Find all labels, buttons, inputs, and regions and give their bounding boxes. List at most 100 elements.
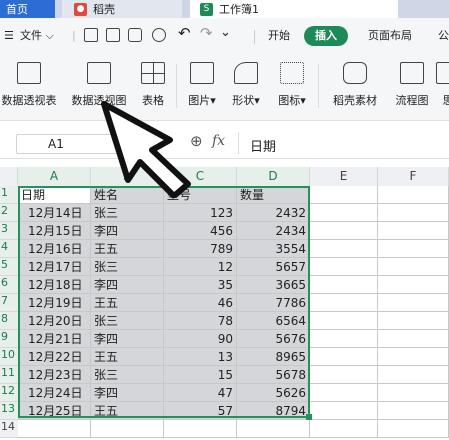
menu-start[interactable]: 开始	[268, 27, 290, 45]
cell[interactable]	[378, 294, 449, 312]
cell[interactable]	[378, 330, 449, 348]
cell[interactable]	[310, 240, 378, 258]
cell[interactable]: 张三	[91, 204, 164, 222]
function-icon[interactable]: fx	[212, 133, 225, 149]
spreadsheet-grid[interactable]: A B C D E F 1日期姓名型号数量212月14日张三1232432312…	[0, 162, 449, 440]
row-header[interactable]: 4	[0, 240, 18, 258]
cell[interactable]	[310, 402, 378, 420]
menu-insert[interactable]: 插入	[304, 26, 348, 46]
row-header[interactable]: 10	[0, 348, 18, 366]
cell[interactable]: 3665	[237, 276, 310, 294]
cell[interactable]	[91, 420, 164, 438]
cell[interactable]: 张三	[91, 312, 164, 330]
cell[interactable]	[378, 186, 449, 204]
cell[interactable]: 12月16日	[18, 240, 91, 258]
cell[interactable]: 12月22日	[18, 348, 91, 366]
row-header[interactable]: 2	[0, 204, 18, 222]
cell[interactable]: 李四	[91, 330, 164, 348]
cell[interactable]: 13	[164, 348, 237, 366]
cell[interactable]	[18, 420, 91, 438]
tab-home[interactable]: 首页	[0, 0, 55, 18]
cell[interactable]	[378, 402, 449, 420]
formula-input[interactable]: 日期	[250, 136, 276, 155]
undo-icon[interactable]: ↶	[178, 24, 191, 42]
tab-docer[interactable]: ● 稻壳	[62, 0, 182, 18]
cell[interactable]: 46	[164, 294, 237, 312]
row-header[interactable]: 11	[0, 366, 18, 384]
cell[interactable]	[310, 294, 378, 312]
cell[interactable]	[310, 222, 378, 240]
cell[interactable]: 789	[164, 240, 237, 258]
cell[interactable]	[310, 204, 378, 222]
cell[interactable]: 7786	[237, 294, 310, 312]
cell[interactable]: 5626	[237, 384, 310, 402]
fill-handle[interactable]	[306, 414, 312, 420]
cell[interactable]: 日期	[18, 186, 91, 204]
tab-workbook[interactable]: S 工作簿1	[190, 0, 398, 18]
cell[interactable]: 8794	[237, 402, 310, 420]
select-all-corner[interactable]	[0, 167, 18, 186]
cell[interactable]: 数量	[237, 186, 310, 204]
flowchart-button[interactable]: 流程图	[390, 60, 434, 116]
cell[interactable]	[310, 384, 378, 402]
cell[interactable]	[310, 276, 378, 294]
row-header[interactable]: 12	[0, 384, 18, 402]
docer-material-button[interactable]: 稻壳素材	[330, 60, 380, 116]
cell[interactable]: 123	[164, 204, 237, 222]
cell[interactable]: 3554	[237, 240, 310, 258]
cell[interactable]: 5678	[237, 366, 310, 384]
cell[interactable]	[378, 276, 449, 294]
cell[interactable]: 2432	[237, 204, 310, 222]
cell[interactable]: 张三	[91, 366, 164, 384]
pivot-table-button[interactable]: 数据透视表	[0, 60, 62, 116]
cell[interactable]	[378, 222, 449, 240]
cell[interactable]: 15	[164, 366, 237, 384]
cell[interactable]	[378, 204, 449, 222]
cell[interactable]: 12月14日	[18, 204, 91, 222]
cell[interactable]	[378, 366, 449, 384]
cell[interactable]: 12月25日	[18, 402, 91, 420]
menu-page-layout[interactable]: 页面布局	[368, 27, 412, 45]
save-icon[interactable]	[84, 28, 98, 42]
column-header[interactable]: F	[378, 167, 449, 186]
cell[interactable]: 12月23日	[18, 366, 91, 384]
cell[interactable]	[310, 330, 378, 348]
icon-button[interactable]: 图标▾	[272, 60, 312, 116]
mindmap-button[interactable]: 思	[436, 60, 449, 116]
cell[interactable]: 李四	[91, 276, 164, 294]
redo-icon[interactable]: ↷	[200, 24, 213, 42]
cell[interactable]: 8965	[237, 348, 310, 366]
cell[interactable]: 78	[164, 312, 237, 330]
cell[interactable]: 张三	[91, 258, 164, 276]
column-header[interactable]: A	[18, 167, 91, 186]
cell[interactable]	[378, 312, 449, 330]
shape-button[interactable]: 形状▾	[226, 60, 266, 116]
cell[interactable]: 12月24日	[18, 384, 91, 402]
cell[interactable]: 57	[164, 402, 237, 420]
hamburger-menu-icon[interactable]: ☰	[4, 27, 14, 45]
cell[interactable]: 47	[164, 384, 237, 402]
cell[interactable]: 12月17日	[18, 258, 91, 276]
cell[interactable]: 王五	[91, 240, 164, 258]
cell[interactable]: 12月21日	[18, 330, 91, 348]
cell[interactable]: 李四	[91, 222, 164, 240]
cell[interactable]: 456	[164, 222, 237, 240]
cell[interactable]	[310, 420, 378, 438]
row-header[interactable]: 9	[0, 330, 18, 348]
cell[interactable]: 35	[164, 276, 237, 294]
cell[interactable]: 5657	[237, 258, 310, 276]
cell[interactable]: 王五	[91, 348, 164, 366]
cell[interactable]: 12月15日	[18, 222, 91, 240]
column-header[interactable]: D	[237, 167, 310, 186]
column-header[interactable]: E	[310, 167, 378, 186]
row-header[interactable]: 8	[0, 312, 18, 330]
cell[interactable]	[310, 348, 378, 366]
quick-access-dropdown-icon[interactable]: ⌄	[220, 24, 231, 42]
cell[interactable]	[310, 312, 378, 330]
row-header[interactable]: 6	[0, 276, 18, 294]
cell[interactable]	[378, 240, 449, 258]
cell[interactable]	[378, 348, 449, 366]
row-header[interactable]: 13	[0, 402, 18, 420]
print-preview-icon[interactable]	[152, 28, 166, 42]
cell[interactable]	[310, 186, 378, 204]
